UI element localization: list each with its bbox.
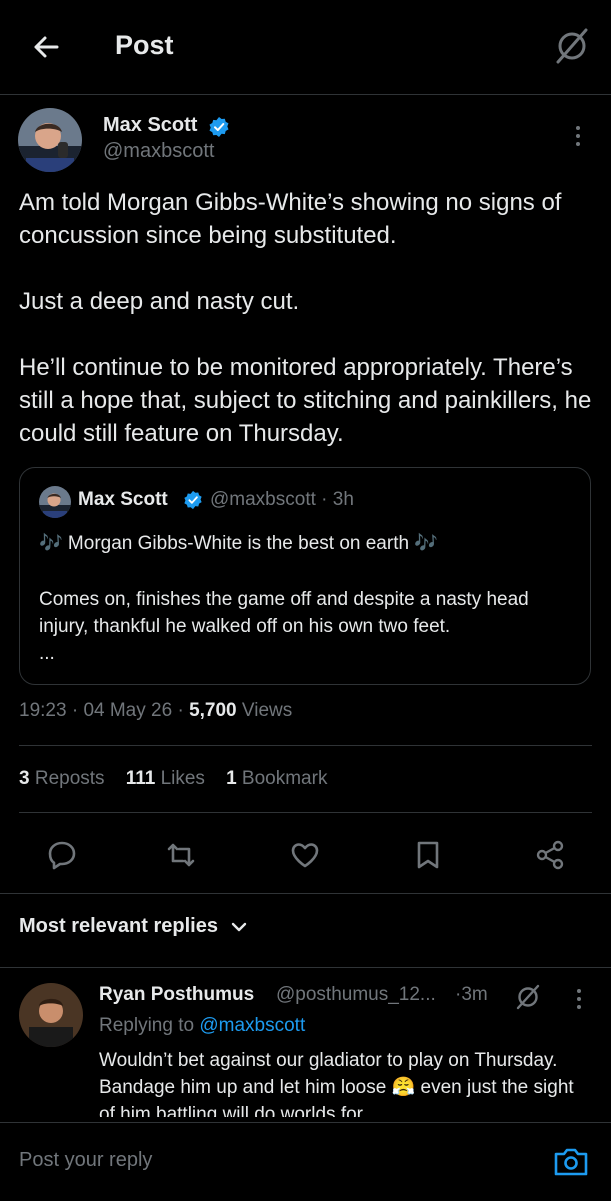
- reposts-count: 3: [19, 768, 30, 789]
- meta-divider: [19, 745, 592, 746]
- likes-label: Likes: [160, 768, 205, 789]
- bookmark-icon: [411, 838, 445, 872]
- reposts-label: Reposts: [34, 768, 105, 789]
- avatar[interactable]: [18, 108, 82, 172]
- verified-badge-icon: [208, 116, 230, 138]
- bookmark-button[interactable]: [411, 838, 445, 872]
- grok-icon: [513, 982, 543, 1012]
- meta-separator: ·: [71, 700, 79, 721]
- sort-divider: [0, 967, 611, 968]
- sort-label: Most relevant replies: [19, 915, 218, 937]
- repost-icon: [164, 838, 198, 872]
- replies-sort-button[interactable]: Most relevant replies: [19, 915, 248, 938]
- reply-compose-bar: Post your reply: [0, 1122, 611, 1201]
- heart-icon: [288, 838, 322, 872]
- tweet-date: 04 May 26: [83, 700, 173, 721]
- page-title: Post: [115, 30, 174, 60]
- reply-more-button[interactable]: [568, 986, 590, 1012]
- quote-author-handle: @maxbscott · 3h: [210, 489, 354, 511]
- reply-author-handle[interactable]: @posthumus_12...: [276, 984, 436, 1006]
- grok-button[interactable]: [552, 24, 592, 68]
- more-vertical-icon: [568, 986, 590, 1012]
- header-divider: [0, 94, 611, 95]
- reply-grok-button[interactable]: [513, 982, 543, 1012]
- camera-icon: [552, 1144, 590, 1180]
- more-vertical-icon: [566, 122, 590, 150]
- quote-handle-text: @maxbscott: [210, 489, 316, 510]
- reply-input[interactable]: Post your reply: [19, 1149, 152, 1172]
- chevron-down-icon: [230, 918, 248, 936]
- reply-text: Wouldn’t bet against our gladiator to pl…: [99, 1050, 574, 1117]
- camera-button[interactable]: [552, 1144, 590, 1180]
- tweet-time: 19:23: [19, 700, 67, 721]
- likes-count: 111: [125, 768, 156, 789]
- quote-author-name: Max Scott: [78, 489, 168, 510]
- bookmarks-stat[interactable]: 1 Bookmark: [226, 768, 327, 789]
- views-count: 5,700: [189, 700, 237, 721]
- reply-time: ·3m: [455, 984, 488, 1005]
- replying-to: Replying to @maxbscott: [99, 1015, 305, 1037]
- reply-icon: [45, 838, 79, 872]
- reposts-stat[interactable]: 3 Reposts: [19, 768, 105, 789]
- more-options-button[interactable]: [566, 122, 590, 150]
- tweet-text: Am told Morgan Gibbs-White’s showing no …: [19, 189, 592, 447]
- stats-divider: [19, 812, 592, 813]
- grok-icon: [552, 24, 592, 68]
- meta-separator: ·: [177, 700, 184, 721]
- share-icon: [533, 838, 567, 872]
- quote-first-line: 🎶 Morgan Gibbs-White is the best on eart…: [39, 533, 438, 554]
- actions-divider: [0, 893, 611, 894]
- back-button[interactable]: [26, 27, 66, 67]
- likes-stat[interactable]: 111 Likes: [126, 768, 205, 789]
- repost-button[interactable]: [164, 838, 198, 872]
- replying-prefix: Replying to: [99, 1015, 195, 1036]
- quote-time: · 3h: [321, 489, 354, 510]
- quote-avatar: [39, 486, 71, 518]
- verified-badge-icon: [183, 490, 203, 510]
- like-button[interactable]: [288, 838, 322, 872]
- reply-button[interactable]: [45, 838, 79, 872]
- author-handle[interactable]: @maxbscott: [103, 140, 214, 163]
- bookmarks-count: 1: [226, 768, 237, 789]
- arrow-left-icon: [26, 27, 66, 67]
- reply-author-name[interactable]: Ryan Posthumus: [99, 984, 254, 1006]
- top-bar: Post: [0, 0, 611, 94]
- share-button[interactable]: [533, 838, 567, 872]
- views-label: Views: [241, 700, 293, 721]
- reply-avatar[interactable]: [19, 983, 83, 1047]
- replying-handle-link[interactable]: @maxbscott: [199, 1015, 305, 1036]
- tweet-meta: 19:23 · 04 May 26 · 5,700 Views: [19, 700, 292, 722]
- quote-body: Comes on, finishes the game off and desp…: [39, 589, 529, 664]
- bookmarks-label: Bookmark: [241, 768, 328, 789]
- quoted-tweet-card[interactable]: Max Scott @maxbscott · 3h 🎶 Morgan Gibbs…: [19, 467, 591, 685]
- engagement-stats: 3 Reposts 111 Likes 1 Bookmark: [19, 768, 327, 790]
- author-name[interactable]: Max Scott: [103, 114, 197, 137]
